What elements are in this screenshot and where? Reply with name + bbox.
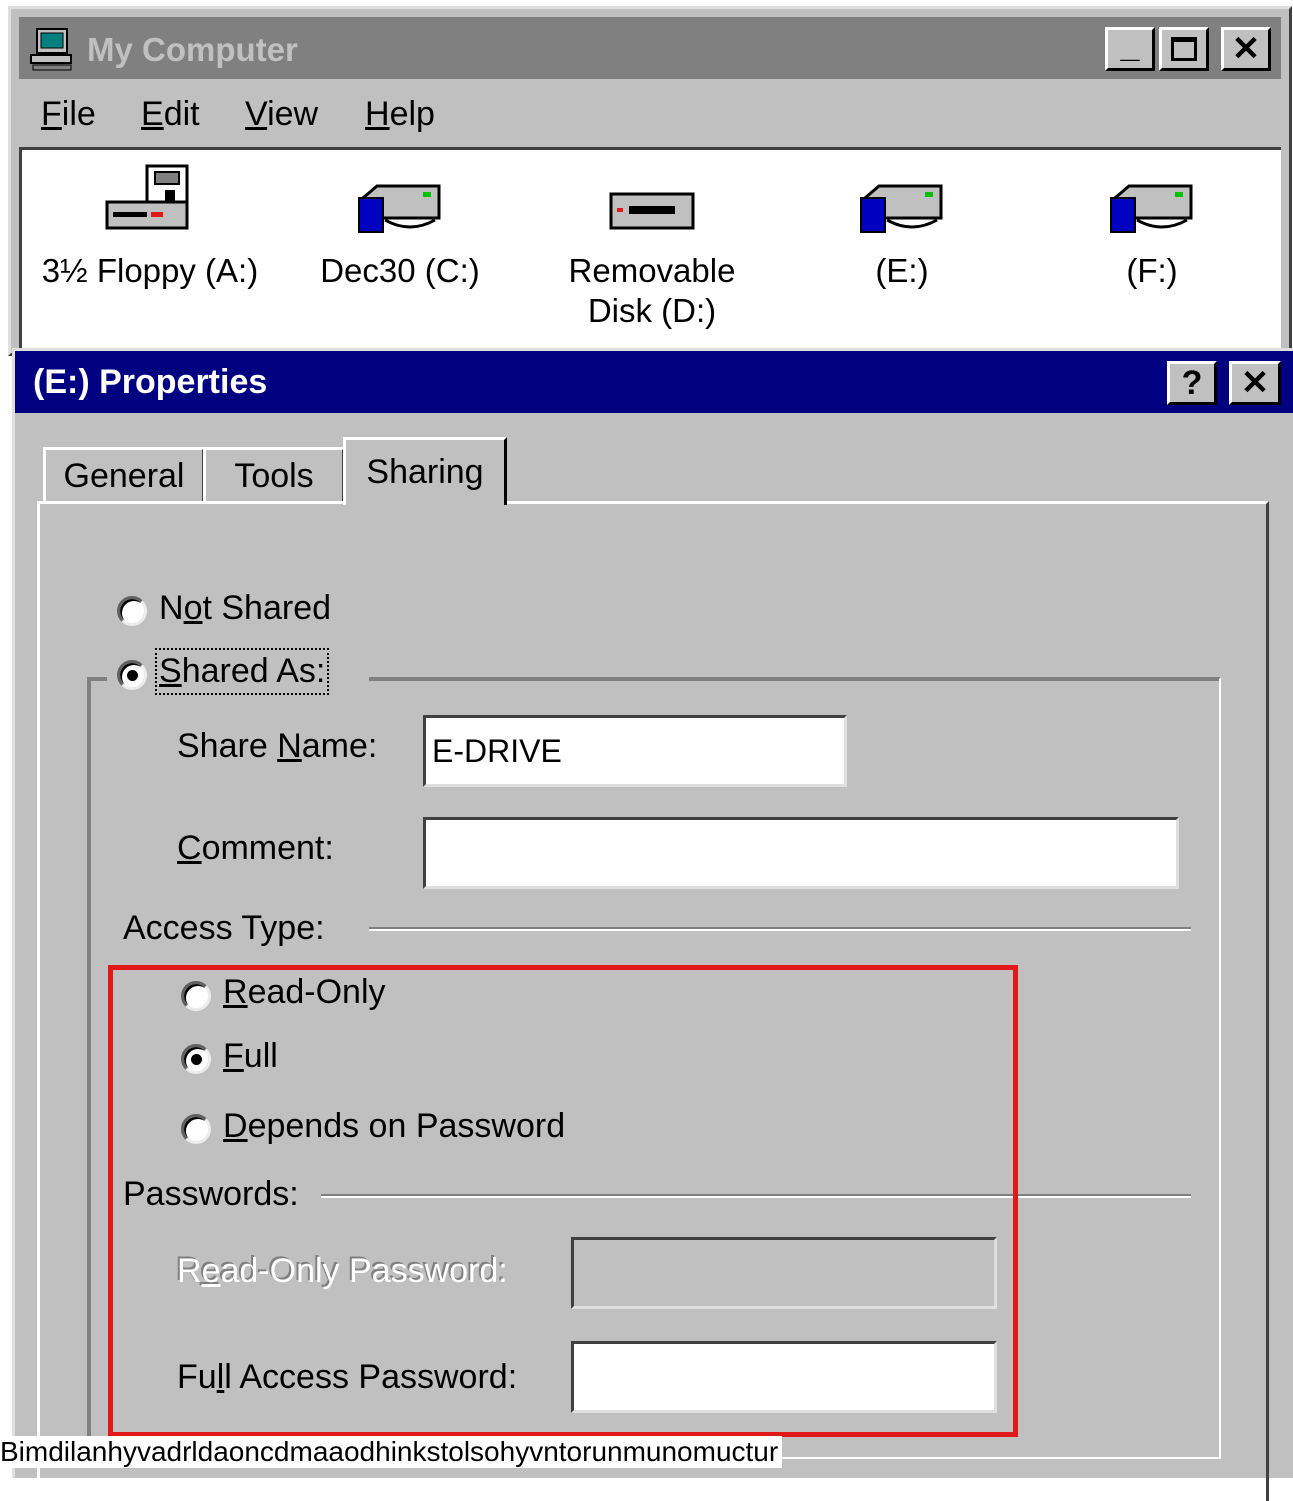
access-type-label: Access Type: — [123, 909, 325, 947]
drive-label: (E:) — [875, 252, 929, 289]
menu-file-label: ile — [61, 95, 96, 133]
drive-label: (F:) — [1126, 252, 1178, 289]
menu-file[interactable]: File — [41, 95, 96, 134]
hard-drive-icon — [358, 184, 441, 233]
drive-item-c[interactable]: Dec30 (C:) — [280, 162, 520, 292]
tab-general[interactable]: General — [43, 447, 205, 503]
drive-item-f[interactable]: (F:) — [1032, 162, 1272, 292]
help-icon: ? — [1181, 364, 1203, 402]
maximize-icon — [1171, 37, 1197, 61]
my-computer-titlebar[interactable]: My Computer _ ✕ — [19, 17, 1281, 79]
menu-help-label: elp — [389, 95, 435, 133]
drive-label: Dec30 (C:) — [320, 252, 480, 289]
tab-tools-label: Tools — [234, 457, 314, 495]
minimize-button[interactable]: _ — [1105, 27, 1155, 71]
not-shared-radio[interactable] — [117, 596, 147, 626]
menu-view[interactable]: View — [245, 95, 318, 134]
not-shared-label[interactable]: Not Shared — [159, 589, 331, 628]
minimize-icon: _ — [1120, 27, 1140, 65]
shared-as-label[interactable]: Shared As: — [154, 648, 330, 695]
tab-sharing[interactable]: Sharing — [343, 437, 507, 505]
floppy-drive-icon — [105, 164, 189, 230]
help-button[interactable]: ? — [1167, 361, 1217, 405]
dialog-title: (E:) Properties — [33, 363, 268, 401]
drive-item-e[interactable]: (E:) — [782, 162, 1022, 292]
share-name-input[interactable] — [423, 715, 847, 787]
menu-view-label: iew — [267, 95, 319, 133]
caption-text: Bimdilanhyvadrldaoncdmaaodhinkstolsohyvn… — [0, 1436, 783, 1468]
comment-input[interactable] — [423, 817, 1179, 889]
close-icon: ✕ — [1240, 364, 1270, 402]
maximize-button[interactable] — [1159, 27, 1209, 71]
highlight-box — [108, 965, 1018, 1437]
drive-label: 3½ Floppy (A:) — [41, 252, 259, 289]
shared-as-radio[interactable] — [117, 660, 147, 690]
comment-label: Comment: — [177, 829, 334, 867]
tab-general-label: General — [63, 457, 185, 495]
menu-edit[interactable]: Edit — [141, 95, 200, 134]
tab-tools[interactable]: Tools — [203, 447, 345, 503]
close-button[interactable]: ✕ — [1221, 27, 1271, 71]
my-computer-window: My Computer _ ✕ File Edit View Help 3½ F… — [8, 6, 1292, 367]
window-title: My Computer — [87, 31, 298, 68]
drive-item-d[interactable]: Removable Disk (D:) — [532, 162, 772, 332]
computer-icon — [30, 28, 72, 71]
drive-list: 3½ Floppy (A:) Dec30 (C:) Removable Disk… — [19, 147, 1281, 367]
menu-edit-label: dit — [163, 95, 200, 133]
hard-drive-icon — [1110, 184, 1193, 233]
close-icon: ✕ — [1231, 30, 1261, 68]
drive-item-a[interactable]: 3½ Floppy (A:) — [30, 162, 270, 292]
properties-titlebar[interactable]: (E:) Properties ? ✕ — [15, 351, 1293, 413]
tab-sharing-label: Sharing — [366, 453, 484, 491]
drive-label-line2: Disk (D:) — [587, 292, 717, 329]
dialog-close-button[interactable]: ✕ — [1229, 361, 1281, 405]
hard-drive-icon — [860, 184, 943, 233]
menu-help[interactable]: Help — [365, 95, 435, 134]
drive-label-line1: Removable — [568, 252, 736, 289]
removable-disk-icon — [609, 192, 695, 230]
access-type-divider — [369, 927, 1191, 931]
share-name-label: Share Name: — [177, 727, 378, 765]
